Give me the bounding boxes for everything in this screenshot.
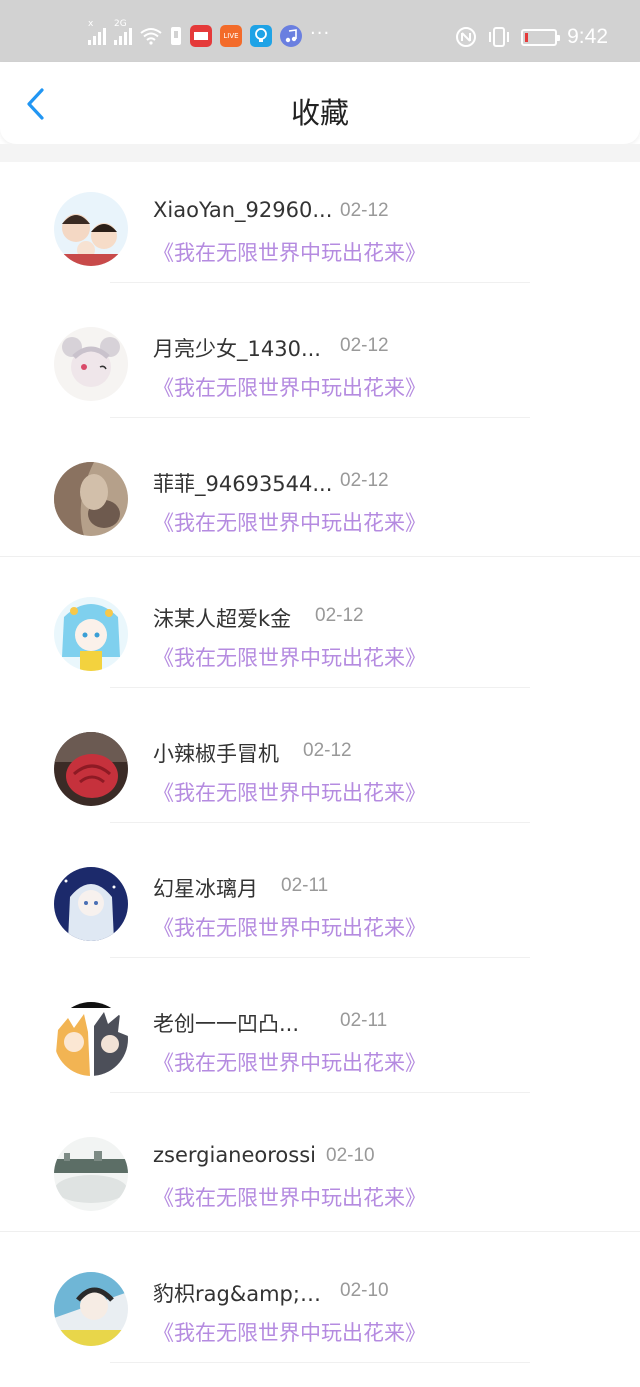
list-item[interactable]: 老创一一凹凸... 02-11 《我在无限世界中玩出花来》 [0, 972, 640, 1107]
list-item[interactable]: 月亮少女_1430... 02-12 《我在无限世界中玩出花来》 [0, 297, 640, 432]
list-item[interactable]: zsergianeorossi 02-10 《我在无限世界中玩出花来》 [0, 1107, 640, 1242]
status-right-icons: 9:42 [455, 22, 608, 52]
live-badge: LIVE [223, 31, 239, 40]
news-app-icon [190, 25, 212, 47]
date: 02-11 [281, 875, 329, 896]
signal-2-label: 2G [114, 19, 127, 29]
list-item[interactable]: 豹枳rag&amp;b... 02-10 《我在无限世界中玩出花来》 [0, 1242, 640, 1377]
list-item[interactable]: 小辣椒手冒机 02-12 《我在无限世界中玩出花来》 [0, 702, 640, 837]
sim-icon [171, 27, 181, 45]
user-name[interactable]: 老创一一凹凸... [153, 1008, 299, 1038]
avatar[interactable] [54, 732, 128, 806]
avatar[interactable] [54, 597, 128, 671]
wifi-icon [140, 28, 162, 45]
user-name[interactable]: 菲菲_94693544... [153, 468, 332, 498]
list-item[interactable]: 幻星冰璃月 02-11 《我在无限世界中玩出花来》 [0, 837, 640, 972]
status-time: 9:42 [567, 25, 608, 48]
avatar[interactable] [54, 1137, 128, 1211]
music-app-icon [280, 25, 302, 47]
battery-icon [521, 28, 561, 46]
book-title[interactable]: 《我在无限世界中玩出花来》 [153, 1047, 426, 1077]
divider [110, 687, 530, 688]
book-title[interactable]: 《我在无限世界中玩出花来》 [153, 777, 426, 807]
signal-2-icon: 2G [114, 19, 132, 45]
date: 02-12 [315, 605, 364, 626]
status-left-icons: x 2G LIVE ··· [88, 19, 331, 50]
avatar[interactable] [54, 327, 128, 401]
date: 02-10 [340, 1280, 389, 1301]
divider [110, 417, 530, 418]
favorites-list: XiaoYan_92960... 02-12 《我在无限世界中玩出花来》 月亮少… [0, 162, 640, 1377]
date: 02-10 [326, 1145, 375, 1166]
user-name[interactable]: 沫某人超爱k金 [153, 603, 291, 633]
book-title[interactable]: 《我在无限世界中玩出花来》 [153, 1182, 426, 1212]
vibrate-icon [489, 27, 510, 47]
divider [110, 822, 530, 823]
bulb-app-icon [250, 25, 272, 47]
status-bar: x 2G LIVE ··· 9:42 [0, 0, 640, 62]
divider [110, 957, 530, 958]
date: 02-12 [340, 335, 389, 356]
date: 02-12 [303, 740, 352, 761]
divider [0, 1231, 640, 1232]
nav-bar: 收藏 [0, 62, 640, 144]
avatar[interactable] [54, 1272, 128, 1346]
user-name[interactable]: 小辣椒手冒机 [153, 738, 279, 768]
page-title: 收藏 [290, 96, 349, 130]
user-name[interactable]: 豹枳rag&amp;b... [153, 1278, 333, 1308]
list-item[interactable]: XiaoYan_92960... 02-12 《我在无限世界中玩出花来》 [0, 162, 640, 297]
user-name[interactable]: 月亮少女_1430... [153, 333, 321, 363]
user-name[interactable]: 幻星冰璃月 [153, 873, 258, 903]
list-item[interactable]: 菲菲_94693544... 02-12 《我在无限世界中玩出花来》 [0, 432, 640, 567]
date: 02-12 [340, 200, 389, 221]
divider [0, 556, 640, 557]
avatar[interactable] [54, 462, 128, 536]
avatar[interactable] [54, 867, 128, 941]
avatar[interactable] [54, 1002, 128, 1076]
book-title[interactable]: 《我在无限世界中玩出花来》 [153, 642, 426, 672]
list-item[interactable]: 沫某人超爱k金 02-12 《我在无限世界中玩出花来》 [0, 567, 640, 702]
book-title[interactable]: 《我在无限世界中玩出花来》 [153, 237, 426, 267]
date: 02-11 [340, 1010, 388, 1031]
divider [110, 282, 530, 283]
live-app-icon: LIVE [220, 25, 242, 47]
divider [110, 1362, 530, 1363]
book-title[interactable]: 《我在无限世界中玩出花来》 [153, 372, 426, 402]
nfc-icon [456, 27, 477, 47]
divider [110, 1092, 530, 1093]
date: 02-12 [340, 470, 389, 491]
book-title[interactable]: 《我在无限世界中玩出花来》 [153, 912, 426, 942]
book-title[interactable]: 《我在无限世界中玩出花来》 [153, 1317, 426, 1347]
book-title[interactable]: 《我在无限世界中玩出花来》 [153, 507, 426, 537]
signal-1-icon: x [88, 19, 106, 45]
user-name[interactable]: XiaoYan_92960... [153, 198, 332, 222]
signal-1-label: x [88, 19, 94, 29]
user-name[interactable]: zsergianeorossi [153, 1143, 316, 1167]
header-gap [0, 144, 640, 162]
more-notifications-icon: ··· [310, 22, 331, 44]
avatar[interactable] [54, 192, 128, 266]
